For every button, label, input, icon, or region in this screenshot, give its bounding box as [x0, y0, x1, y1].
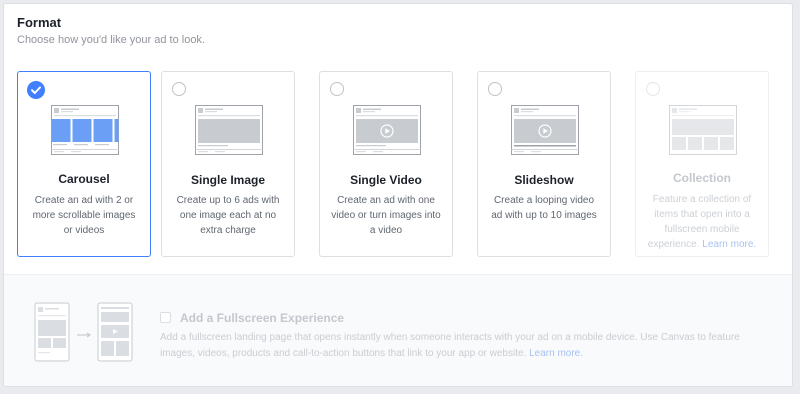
slideshow-thumbnail-icon [511, 105, 579, 155]
format-card-slideshow[interactable]: Slideshow Create a looping video ad with… [477, 71, 611, 257]
learn-more-link[interactable]: Learn more. [529, 348, 583, 359]
section-subtitle: Choose how you'd like your ad to look. [17, 34, 205, 46]
single-video-thumbnail-icon [353, 105, 421, 155]
learn-more-link[interactable]: Learn more. [702, 239, 756, 250]
collection-thumbnail-icon [669, 105, 737, 155]
format-description: Create a looping video ad with up to 10 … [491, 195, 597, 221]
format-description: Create up to 6 ads with one image each a… [176, 195, 280, 236]
format-card-collection: Collection Feature a collection of items… [635, 71, 769, 257]
single-image-thumbnail-icon [195, 105, 263, 155]
fullscreen-experience-title: Add a Fullscreen Experience [180, 311, 345, 325]
radio-button[interactable] [172, 82, 186, 96]
radio-button[interactable] [330, 82, 344, 96]
radio-button[interactable] [488, 82, 502, 96]
format-card-single-video[interactable]: Single Video Create an ad with one video… [319, 71, 453, 257]
fullscreen-experience-section: Add a Fullscreen Experience Add a fullsc… [4, 274, 792, 386]
format-card-carousel[interactable]: Carousel Create an ad with 2 or more scr… [17, 71, 151, 257]
format-title: Collection [672, 171, 731, 185]
format-panel: Format Choose how you'd like your ad to … [3, 3, 793, 387]
format-description: Create an ad with 2 or more scrollable i… [32, 195, 136, 236]
format-description: Feature a collection of items that open … [646, 192, 758, 252]
fullscreen-experience-checkbox[interactable] [160, 312, 171, 323]
radio-button [646, 82, 660, 96]
fullscreen-experience-description: Add a fullscreen landing page that opens… [160, 330, 760, 362]
format-title: Single Video [350, 173, 422, 187]
format-title: Carousel [58, 172, 110, 186]
format-description: Create an ad with one video or turn imag… [331, 195, 441, 236]
format-title: Slideshow [514, 173, 574, 187]
section-title: Format [17, 15, 62, 30]
checkmark-icon [27, 81, 45, 99]
format-title: Single Image [190, 173, 266, 187]
format-card-single-image[interactable]: Single Image Create up to 6 ads with one… [161, 71, 295, 257]
carousel-thumbnail-icon [51, 105, 119, 155]
fullscreen-description-text: Add a fullscreen landing page that opens… [160, 332, 740, 359]
fullscreen-experience-illustration-icon [34, 302, 133, 362]
